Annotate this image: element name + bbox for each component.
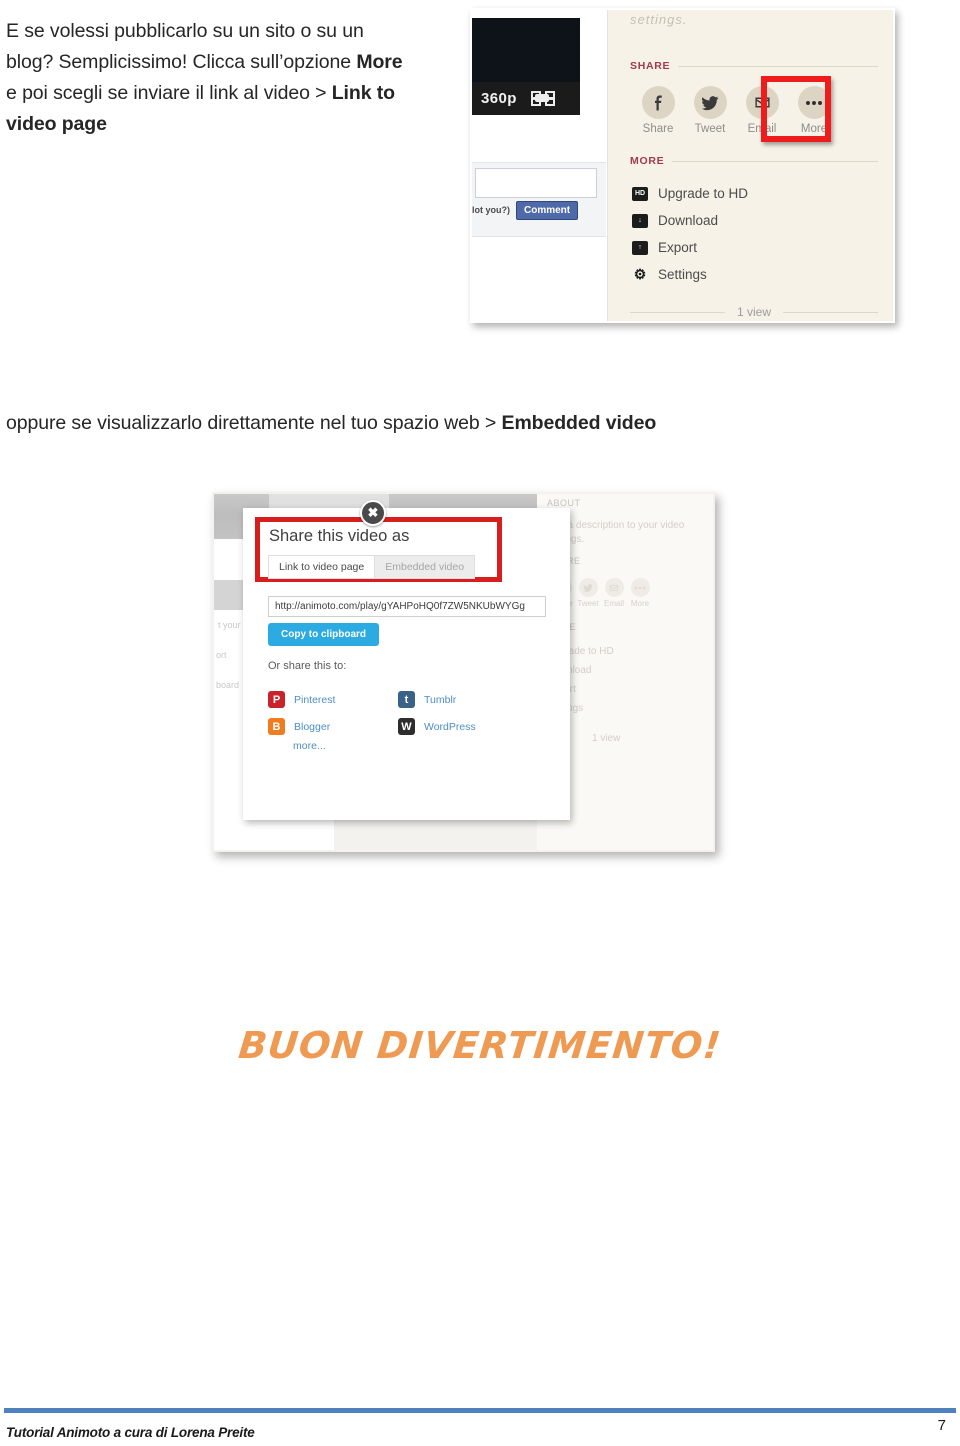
middle-paragraph: oppure se visualizzarlo direttamente nel… bbox=[6, 408, 906, 439]
background-ghost-text-3: board bbox=[216, 680, 240, 690]
divider bbox=[672, 160, 878, 162]
share-heading-label: SHARE bbox=[630, 60, 671, 72]
more-label-export: Export bbox=[658, 240, 698, 255]
social-link-pinterest[interactable]: P Pinterest bbox=[268, 686, 398, 713]
share-section-heading: SHARE bbox=[630, 60, 878, 72]
background-ghost-text-2: ort bbox=[216, 650, 227, 660]
video-player-thumbnail: 360p bbox=[472, 18, 580, 115]
divider bbox=[783, 311, 879, 313]
resolution-label: 360p bbox=[481, 90, 517, 107]
intro-line-2-normal: blog? Semplicissimo! Clicca sull’opzione bbox=[6, 51, 357, 73]
dialog-title: Share this video as bbox=[269, 527, 410, 545]
more-heading-label: MORE bbox=[630, 155, 665, 167]
fullscreen-icon[interactable] bbox=[530, 91, 555, 106]
view-count-row: 1 view bbox=[630, 305, 879, 319]
twitter-icon bbox=[693, 86, 727, 119]
more-label-download: Download bbox=[658, 213, 719, 228]
tumblr-icon: t bbox=[398, 691, 415, 708]
view-count-label: 1 view bbox=[737, 305, 772, 319]
blogger-icon: B bbox=[268, 718, 285, 735]
share-prompt-label: Or share this to: bbox=[268, 660, 347, 672]
share-dialog: Share this video as Link to video page E… bbox=[243, 508, 570, 820]
background-share-twitter: Tweet bbox=[575, 578, 601, 608]
share-url-input[interactable] bbox=[268, 596, 546, 617]
intro-line-2-bold: More bbox=[356, 51, 403, 73]
social-link-tumblr[interactable]: t Tumblr bbox=[398, 686, 528, 713]
footer-credit: Tutorial Animoto a cura di Lorena Preite bbox=[6, 1425, 255, 1440]
download-arrow-icon: ↓ bbox=[632, 213, 648, 228]
closing-text: BUON DIVERTIMENTO! bbox=[236, 1024, 724, 1067]
social-more-link[interactable]: more... bbox=[293, 740, 326, 752]
screenshot-one-right-panel: settings. SHARE Share Tweet Email More M… bbox=[608, 10, 893, 321]
background-view-count: 1 view bbox=[592, 733, 621, 744]
more-label-settings: Settings bbox=[658, 267, 707, 282]
divider bbox=[678, 65, 878, 67]
comment-input[interactable] bbox=[475, 168, 597, 198]
intro-line-1: E se volessi pubblicarlo su un sito o su… bbox=[6, 20, 364, 42]
social-link-blogger[interactable]: B Blogger bbox=[268, 713, 398, 740]
social-label-pinterest: Pinterest bbox=[294, 693, 336, 706]
social-label-wordpress: WordPress bbox=[424, 720, 476, 733]
background-about-heading: ABOUT bbox=[547, 498, 581, 508]
middle-paragraph-bold: Embedded video bbox=[501, 412, 657, 434]
background-share-label-email: Email bbox=[603, 599, 624, 608]
more-item-settings[interactable]: ⚙ Settings bbox=[632, 261, 748, 288]
more-label-upgrade: Upgrade to HD bbox=[658, 186, 749, 201]
envelope-icon bbox=[604, 578, 624, 597]
social-row: P Pinterest t Tumblr bbox=[268, 686, 528, 713]
share-button-twitter[interactable]: Tweet bbox=[684, 86, 736, 135]
dialog-tab-group: Link to video page Embedded video bbox=[268, 555, 476, 579]
gear-icon: ⚙ bbox=[633, 266, 647, 282]
middle-paragraph-normal: oppure se visualizzarlo direttamente nel… bbox=[6, 412, 502, 434]
intro-paragraph: E se volessi pubblicarlo su un sito o su… bbox=[6, 16, 436, 140]
footer-divider bbox=[4, 1408, 956, 1413]
background-share-more: More bbox=[627, 578, 653, 608]
tab-embedded-video[interactable]: Embedded video bbox=[374, 556, 475, 578]
wordpress-icon: W bbox=[398, 718, 415, 735]
intro-line-3-bold: Link to bbox=[331, 82, 395, 104]
highlight-box-more-button bbox=[761, 76, 831, 142]
export-arrow-icon: ↑ bbox=[632, 240, 648, 255]
divider bbox=[630, 311, 725, 313]
comment-button[interactable]: Comment bbox=[516, 201, 579, 220]
close-icon[interactable]: ✖ bbox=[360, 500, 386, 526]
social-label-tumblr: Tumblr bbox=[424, 693, 457, 706]
screenshot-animoto-sidebar: 360p lot you?) Comment settings. SHARE S… bbox=[470, 8, 895, 323]
more-item-download[interactable]: ↓ Download bbox=[632, 207, 748, 234]
intro-line-3-normal: e poi scegli se inviare il link al video… bbox=[6, 82, 332, 104]
hd-badge-icon: HD bbox=[632, 186, 648, 201]
more-item-export[interactable]: ↑ Export bbox=[632, 234, 748, 261]
background-share-email: Email bbox=[601, 578, 627, 608]
share-button-facebook[interactable]: Share bbox=[632, 86, 684, 135]
twitter-icon bbox=[578, 578, 598, 597]
social-share-grid: P Pinterest t Tumblr B Blogger W WordPre… bbox=[268, 686, 528, 740]
share-label-facebook: Share bbox=[642, 123, 674, 135]
pinterest-icon: P bbox=[268, 691, 285, 708]
share-label-twitter: Tweet bbox=[694, 123, 726, 135]
page-number: 7 bbox=[937, 1417, 946, 1434]
background-share-label-more: More bbox=[630, 599, 650, 608]
facebook-icon bbox=[641, 86, 675, 119]
social-row: B Blogger W WordPress bbox=[268, 713, 528, 740]
more-section-heading: MORE bbox=[630, 155, 878, 167]
more-menu-list: HD Upgrade to HD ↓ Download ↑ Export ⚙ S… bbox=[632, 180, 748, 288]
screenshot-one-left-column: 360p lot you?) Comment bbox=[472, 10, 608, 321]
copy-to-clipboard-button[interactable]: Copy to clipboard bbox=[268, 623, 379, 646]
ellipsis-icon bbox=[630, 578, 650, 597]
comment-area: lot you?) Comment bbox=[472, 162, 606, 237]
intro-line-4-bold: video page bbox=[6, 113, 107, 135]
comment-hint-text: lot you?) bbox=[472, 205, 510, 215]
ghost-settings-text: settings. bbox=[630, 12, 688, 27]
social-link-wordpress[interactable]: W WordPress bbox=[398, 713, 528, 740]
social-label-blogger: Blogger bbox=[294, 720, 331, 733]
more-item-upgrade[interactable]: HD Upgrade to HD bbox=[632, 180, 748, 207]
background-share-label-twitter: Tweet bbox=[577, 599, 599, 608]
video-player-controls: 360p bbox=[472, 82, 580, 115]
tab-link-to-video-page[interactable]: Link to video page bbox=[269, 556, 375, 578]
